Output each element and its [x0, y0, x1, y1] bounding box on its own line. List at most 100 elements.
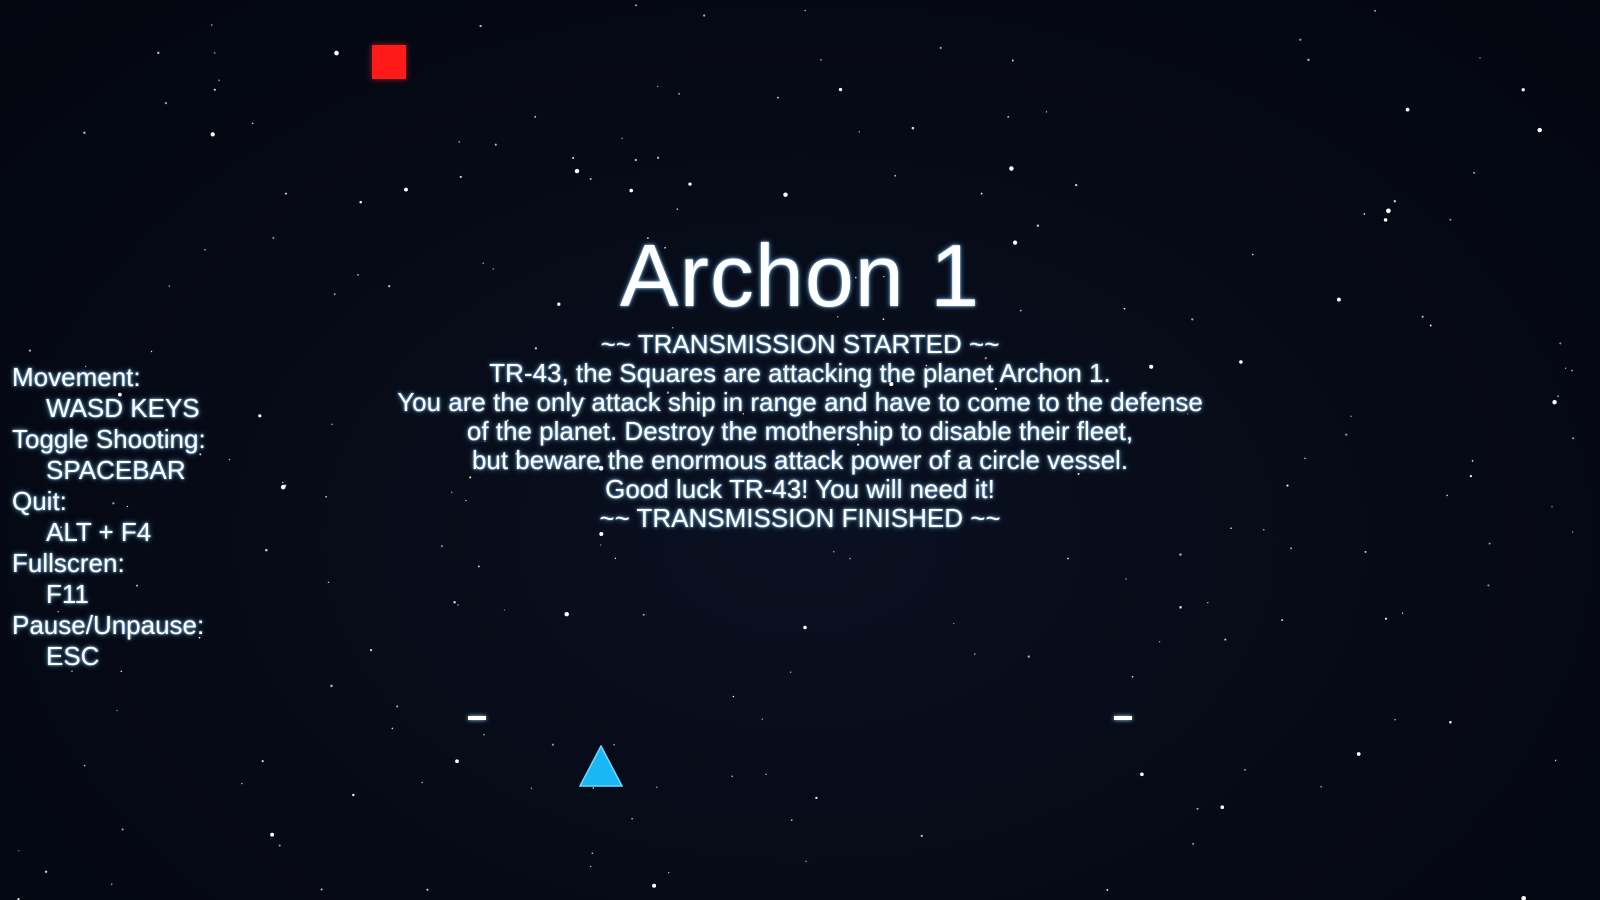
star — [1125, 578, 1127, 580]
star — [534, 115, 537, 118]
transmission-line: Good luck TR-43! You will need it! — [605, 474, 995, 504]
star — [1192, 842, 1195, 845]
star — [953, 622, 955, 625]
star — [530, 787, 533, 790]
star — [1045, 111, 1048, 113]
star — [1557, 395, 1559, 398]
star — [652, 883, 657, 888]
star — [258, 414, 262, 418]
star — [18, 850, 20, 852]
star — [589, 178, 592, 180]
star — [285, 192, 287, 195]
star — [1572, 437, 1575, 440]
star — [1405, 107, 1410, 112]
star — [1075, 183, 1078, 187]
star — [804, 9, 806, 12]
star — [1564, 367, 1567, 369]
star — [1469, 474, 1473, 478]
star — [1401, 612, 1404, 614]
star — [980, 192, 983, 195]
star — [1446, 494, 1448, 497]
star — [404, 187, 408, 192]
star — [1449, 218, 1452, 221]
star — [1207, 601, 1209, 604]
star — [1554, 759, 1557, 762]
star — [657, 156, 660, 159]
star — [391, 727, 394, 730]
star — [459, 175, 462, 178]
star — [1140, 772, 1144, 777]
star — [458, 141, 461, 143]
projectile-left — [468, 716, 486, 720]
star — [283, 484, 287, 487]
star — [396, 705, 399, 708]
star — [1383, 218, 1388, 222]
star — [1007, 115, 1010, 118]
star — [261, 760, 264, 763]
star — [858, 131, 860, 133]
control-action-label: Toggle Shooting: — [12, 424, 206, 454]
star — [600, 544, 602, 546]
projectile-right — [1114, 716, 1132, 720]
star — [1571, 369, 1573, 372]
star — [838, 87, 843, 92]
star — [455, 759, 459, 764]
star — [1537, 127, 1542, 133]
star — [1571, 531, 1574, 533]
star — [1393, 199, 1397, 203]
star — [590, 865, 592, 868]
star — [790, 819, 793, 822]
control-action-label: Fullscren: — [12, 548, 125, 578]
star — [426, 888, 429, 891]
star — [1479, 57, 1481, 59]
star — [1158, 641, 1161, 643]
control-key-label: ESC — [46, 641, 100, 671]
star — [1220, 805, 1225, 809]
star — [157, 51, 160, 55]
star — [1394, 719, 1396, 721]
star — [320, 888, 323, 891]
control-key-label: WASD KEYS — [46, 393, 200, 423]
star — [213, 52, 216, 54]
star — [1384, 617, 1388, 620]
star — [28, 349, 32, 352]
star — [1350, 415, 1352, 418]
star — [703, 14, 706, 17]
star — [121, 828, 124, 831]
star — [1551, 505, 1553, 508]
enemy-square — [372, 45, 406, 79]
transmission-briefing: ~~ TRANSMISSION STARTED ~~ TR-43, the Sq… — [300, 330, 1300, 533]
star — [1027, 655, 1031, 658]
star — [164, 101, 168, 105]
star — [642, 613, 645, 616]
control-action-label: Pause/Unpause: — [12, 610, 205, 640]
star — [777, 96, 779, 99]
star — [150, 350, 153, 353]
star — [457, 604, 459, 606]
star — [911, 126, 915, 130]
control-key-label: SPACEBAR — [46, 455, 186, 485]
star — [820, 59, 822, 61]
star — [334, 50, 339, 56]
star — [479, 24, 482, 28]
star — [241, 782, 243, 785]
star — [477, 565, 480, 568]
star — [1131, 675, 1134, 678]
star — [1067, 557, 1069, 560]
star — [83, 131, 86, 134]
star — [330, 684, 333, 688]
star — [564, 611, 569, 617]
star — [592, 787, 595, 789]
game-title: Archon 1 — [619, 226, 981, 325]
control-key-label: ALT + F4 — [46, 517, 152, 547]
star — [688, 182, 692, 186]
star — [210, 132, 215, 137]
star — [421, 781, 424, 784]
star — [1364, 550, 1367, 553]
game-viewport[interactable]: Archon 1 ~~ TRANSMISSION STARTED ~~ TR-4… — [0, 0, 1600, 900]
star — [1299, 38, 1302, 41]
star — [1473, 172, 1475, 174]
transmission-line: of the planet. Destroy the mothership to… — [466, 416, 1134, 446]
star — [228, 458, 231, 461]
controls-legend: Movement: WASD KEYS Toggle Shooting: SPA… — [12, 362, 206, 672]
